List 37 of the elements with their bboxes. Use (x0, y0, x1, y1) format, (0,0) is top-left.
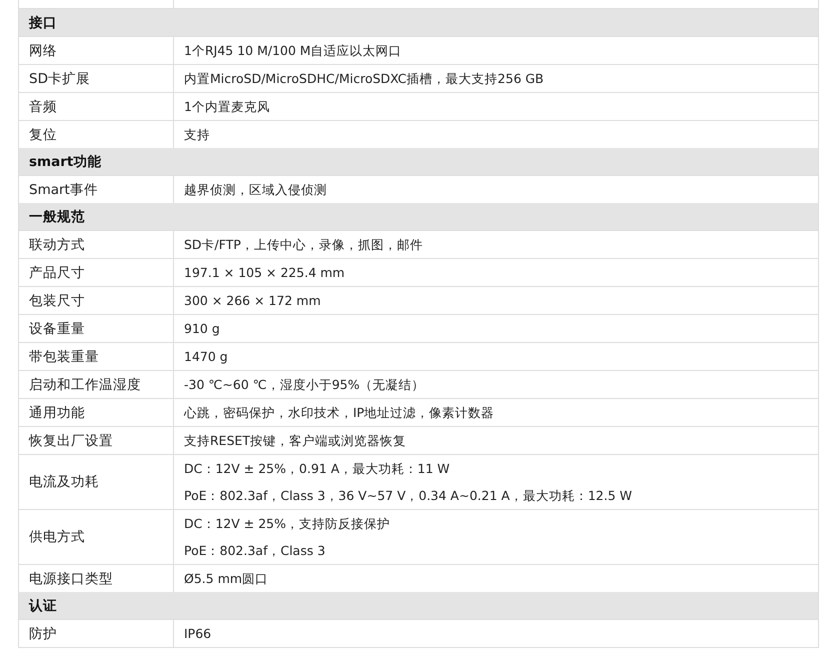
spec-value: -30 ℃~60 ℃，湿度小于95%（无凝结） (184, 376, 426, 394)
spec-value: SD卡/FTP，上传中心，录像，抓图，邮件 (184, 236, 424, 254)
spec-value: Ø5.5 mm圆口 (184, 570, 270, 588)
spec-label: 供电方式 (19, 510, 174, 564)
spec-label: 设备重量 (19, 315, 174, 342)
spec-label: 恢复出厂设置 (19, 427, 174, 454)
spec-value: PoE：802.3af，Class 3，36 V~57 V，0.34 A~0.21 A，最大功耗：12.5 W (184, 487, 633, 505)
spec-value: PoE：802.3af，Class 3 (184, 542, 326, 560)
spec-value: 300 × 266 × 172 mm (184, 292, 322, 310)
spec-value: IP66 (184, 625, 212, 643)
spec-label: 网络 (19, 37, 174, 64)
section-header: smart功能 (19, 148, 818, 176)
spec-value: 1个RJ45 10 M/100 M自适应以太网口 (184, 42, 403, 60)
spec-label: 产品尺寸 (19, 259, 174, 286)
spec-value: DC：12V ± 25%，0.91 A，最大功耗：11 W (184, 460, 451, 478)
spec-value: 支持RESET按键，客户端或浏览器恢复 (184, 432, 408, 450)
spec-label: 通用功能 (19, 399, 174, 426)
spec-label: 包装尺寸 (19, 287, 174, 314)
spec-label: 带包装重量 (19, 343, 174, 370)
spec-label: 防护 (19, 620, 174, 647)
spec-value: 197.1 × 105 × 225.4 mm (184, 264, 346, 282)
spec-value: DC：12V ± 25%，支持防反接保护 (184, 515, 392, 533)
spec-label: SD卡扩展 (19, 65, 174, 92)
spec-value: 越界侦测，区域入侵侦测 (184, 181, 328, 199)
spec-value: 支持 (184, 126, 211, 144)
spec-value: 1个内置麦克风 (184, 98, 271, 116)
section-header: 认证 (19, 592, 818, 620)
spec-label: 音频 (19, 93, 174, 120)
spec-value: 心跳，密码保护，水印技术，IP地址过滤，像素计数器 (184, 404, 496, 422)
section-header: 接口 (19, 9, 818, 37)
spec-value: 1470 g (184, 348, 229, 366)
spec-label: 联动方式 (19, 231, 174, 258)
spec-value: 910 g (184, 320, 221, 338)
spec-value: 内置MicroSD/MicroSDHC/MicroSDXC插槽，最大支持256 GB (184, 70, 545, 88)
spec-label: 电流及功耗 (19, 455, 174, 509)
section-header: 一般规范 (19, 203, 818, 231)
spec-label: 启动和工作温湿度 (19, 371, 174, 398)
